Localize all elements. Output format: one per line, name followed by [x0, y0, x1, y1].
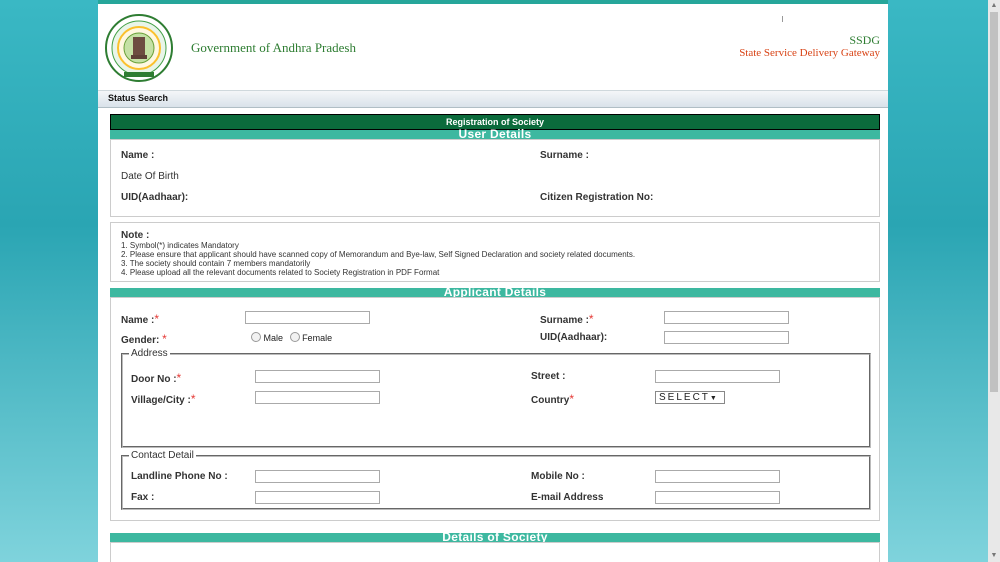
street-input[interactable] [655, 370, 780, 383]
applicant-details-heading: Applicant Details [110, 286, 880, 298]
mobile-label: Mobile No : [531, 471, 585, 482]
applicant-details-box: Name :* Surname :* Gender: * Male Female… [110, 297, 880, 521]
ap-surname-label: Surname :* [540, 312, 594, 326]
gender-female-label: Female [302, 333, 333, 343]
ssdg-full-name: State Service Delivery Gateway [739, 47, 880, 59]
header-tick-mark [782, 16, 783, 22]
scroll-down-icon[interactable]: ▼ [988, 550, 1000, 562]
nav-status-search[interactable]: Status Search [98, 91, 178, 105]
ud-name-label: Name : [121, 150, 155, 161]
landline-label: Landline Phone No : [131, 471, 228, 482]
door-no-label: Door No :* [131, 371, 182, 385]
required-mark: * [190, 392, 196, 406]
user-details-box: Name : Surname : Date Of Birth UID(Aadha… [110, 139, 880, 217]
applicant-uid-input[interactable] [664, 331, 789, 344]
required-mark: * [154, 312, 160, 326]
ap-gender-label: Gender: * [121, 332, 167, 346]
email-input[interactable] [655, 491, 780, 504]
ap-uid-label: UID(Aadhaar): [540, 332, 608, 343]
ud-dob-label: Date Of Birth [121, 171, 179, 182]
required-mark: * [588, 312, 594, 326]
mobile-input[interactable] [655, 470, 780, 483]
country-select[interactable]: SELECT▼ [655, 391, 725, 404]
scroll-up-icon[interactable]: ▲ [988, 0, 1000, 12]
fax-input[interactable] [255, 491, 380, 504]
applicant-name-input[interactable] [245, 311, 370, 324]
email-label: E-mail Address [531, 492, 604, 503]
address-legend: Address [131, 348, 168, 359]
page-scrollbar[interactable]: ▲ ▼ [988, 0, 1000, 562]
ud-uid-label: UID(Aadhaar): [121, 192, 189, 203]
country-select-value: SELECT [659, 392, 710, 403]
ssdg-label: SSDG [849, 33, 880, 47]
gender-male-radio[interactable] [251, 332, 261, 342]
note-line: 1. Symbol(*) indicates Mandatory [121, 241, 239, 250]
street-label: Street : [531, 371, 566, 382]
note-title: Note : [121, 230, 150, 241]
fax-label: Fax : [131, 492, 155, 503]
address-fieldset: Address Door No :* Street : Village/City… [121, 348, 871, 448]
ud-citizen-reg-label: Citizen Registration No: [540, 192, 654, 203]
user-details-heading: User Details [110, 128, 880, 140]
contact-legend: Contact Detail [131, 450, 194, 461]
landline-input[interactable] [255, 470, 380, 483]
note-line: 4. Please upload all the relevant docume… [121, 268, 440, 277]
village-city-label: Village/City :* [131, 392, 196, 406]
ap-name-label: Name :* [121, 312, 160, 326]
contact-fieldset: Contact Detail Landline Phone No : Mobil… [121, 450, 871, 510]
page-container: Government of Andhra Pradesh SSDG State … [98, 0, 888, 562]
door-no-input[interactable] [255, 370, 380, 383]
applicant-surname-input[interactable] [664, 311, 789, 324]
required-mark: * [162, 332, 167, 346]
society-details-heading: Details of Society [110, 531, 880, 543]
required-mark: * [569, 392, 575, 406]
country-label: Country* [531, 392, 575, 406]
chevron-down-icon: ▼ [709, 395, 717, 402]
ud-surname-label: Surname : [540, 150, 589, 161]
ap-emblem-logo [105, 14, 173, 82]
gender-options: Male Female [251, 332, 332, 343]
note-line: 3. The society should contain 7 members … [121, 259, 311, 268]
form-content: Registration of Society User Details Nam… [110, 114, 880, 562]
gender-female-radio[interactable] [289, 332, 300, 342]
nav-bar: Status Search [98, 90, 888, 108]
required-mark: * [176, 371, 182, 385]
govt-title: Government of Andhra Pradesh [191, 40, 356, 55]
note-line: 2. Please ensure that applicant should h… [121, 250, 636, 259]
scrollbar-thumb[interactable] [990, 12, 998, 392]
ssdg-branding: SSDG State Service Delivery Gateway [739, 34, 880, 60]
village-city-input[interactable] [255, 391, 380, 404]
society-details-box [110, 542, 880, 562]
note-content: Note : 1. Symbol(*) indicates Mandatory … [111, 223, 879, 284]
site-header: Government of Andhra Pradesh SSDG State … [98, 4, 888, 90]
note-box: Note : 1. Symbol(*) indicates Mandatory … [110, 222, 880, 282]
gender-male-label: Male [263, 333, 284, 343]
